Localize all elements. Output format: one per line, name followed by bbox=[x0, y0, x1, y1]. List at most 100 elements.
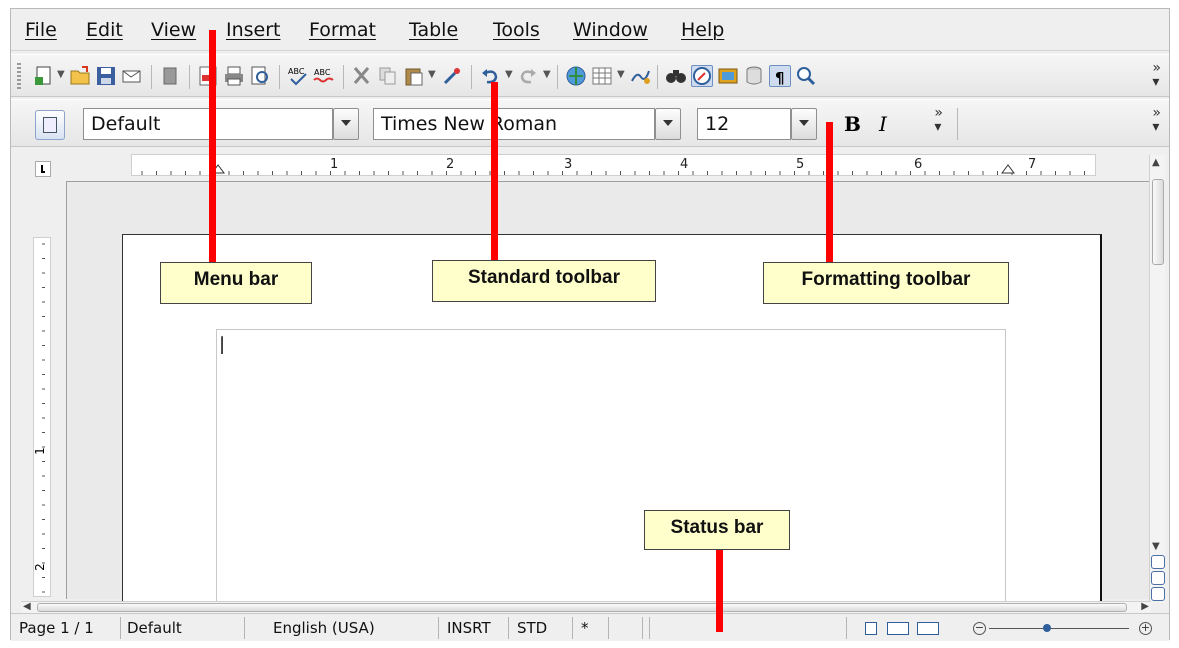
email-icon[interactable] bbox=[121, 65, 143, 87]
font-name-combo[interactable]: Times New Roman bbox=[373, 108, 655, 140]
menu-tools[interactable]: Tools bbox=[493, 19, 540, 41]
table-icon[interactable] bbox=[591, 65, 613, 87]
svg-text:ABC: ABC bbox=[288, 67, 305, 76]
insert-mode[interactable]: INSRT bbox=[447, 617, 509, 639]
ruler-ticks bbox=[141, 164, 1085, 175]
svg-text:ABC: ABC bbox=[314, 68, 331, 77]
book-view-icon[interactable] bbox=[917, 622, 939, 635]
chevron-down-icon bbox=[663, 120, 673, 126]
more-tools-icon[interactable]: » ▾ bbox=[1152, 61, 1161, 89]
text-cursor: | bbox=[219, 334, 226, 355]
menu-view[interactable]: View bbox=[151, 19, 196, 41]
data-sources-icon[interactable] bbox=[743, 65, 765, 87]
chevron-down-icon[interactable]: ▼ bbox=[617, 69, 625, 80]
document-modified-indicator[interactable]: * bbox=[581, 617, 609, 639]
paragraph-style-combo[interactable]: Default bbox=[83, 108, 333, 140]
new-document-icon[interactable] bbox=[33, 65, 55, 87]
ruler-label: 5 bbox=[796, 157, 805, 172]
selection-mode[interactable]: STD bbox=[517, 617, 573, 639]
cut-icon[interactable] bbox=[351, 65, 373, 87]
menu-insert[interactable]: Insert bbox=[226, 19, 281, 41]
italic-button[interactable]: I bbox=[879, 112, 887, 136]
chevron-down-icon[interactable]: ▼ bbox=[543, 69, 551, 80]
autospellcheck-icon[interactable]: ABC bbox=[313, 65, 335, 87]
svg-text:¶: ¶ bbox=[775, 69, 785, 87]
bold-button[interactable]: B bbox=[844, 112, 861, 136]
vertical-scroll-thumb[interactable] bbox=[1152, 179, 1164, 265]
ruler-label: 1 bbox=[330, 157, 339, 172]
menu-help[interactable]: Help bbox=[681, 19, 724, 41]
horizontal-ruler[interactable]: 1 2 3 4 5 6 7 bbox=[131, 154, 1096, 176]
zoom-slider-handle[interactable] bbox=[1043, 624, 1051, 632]
paste-icon[interactable] bbox=[403, 65, 425, 87]
styles-formatting-icon[interactable] bbox=[35, 110, 65, 140]
edit-file-icon[interactable] bbox=[159, 65, 181, 87]
next-page-icon[interactable] bbox=[1151, 587, 1165, 601]
previous-page-icon[interactable] bbox=[1151, 555, 1165, 569]
menu-edit[interactable]: Edit bbox=[86, 19, 123, 41]
toolbar-grip[interactable] bbox=[17, 63, 21, 91]
ruler-label: 7 bbox=[1028, 157, 1037, 172]
paragraph-style-dropdown[interactable] bbox=[333, 108, 359, 140]
ruler-label: 4 bbox=[680, 157, 689, 172]
menu-bar: File Edit View Insert Format Table Tools… bbox=[11, 9, 1169, 51]
open-folder-icon[interactable] bbox=[69, 65, 91, 87]
horizontal-scroll-thumb[interactable] bbox=[37, 603, 1127, 612]
document-area[interactable]: | bbox=[66, 181, 1156, 629]
chevron-down-icon bbox=[799, 120, 809, 126]
formatting-toolbar-callout: Formatting toolbar bbox=[763, 262, 1009, 304]
scroll-left-icon[interactable]: ◀ bbox=[23, 601, 31, 612]
multi-page-view-icon[interactable] bbox=[887, 622, 909, 635]
ruler-label: 3 bbox=[564, 157, 573, 172]
font-size-combo[interactable]: 12 bbox=[697, 108, 791, 140]
chevron-down-icon[interactable]: ▼ bbox=[57, 69, 65, 80]
redo-icon[interactable] bbox=[517, 65, 539, 87]
draw-functions-icon[interactable] bbox=[629, 65, 651, 87]
scroll-up-icon[interactable]: ▲ bbox=[1152, 157, 1160, 168]
print-preview-icon[interactable] bbox=[249, 65, 271, 87]
vertical-scrollbar[interactable]: ▲ ▼ bbox=[1149, 155, 1165, 603]
menu-file[interactable]: File bbox=[25, 19, 57, 41]
gallery-icon[interactable] bbox=[717, 65, 739, 87]
menu-bar-callout: Menu bar bbox=[160, 262, 312, 304]
font-name-dropdown[interactable] bbox=[655, 108, 681, 140]
menu-bar-pointer-line bbox=[209, 30, 216, 262]
chevron-down-icon[interactable]: ▼ bbox=[505, 69, 513, 80]
clone-formatting-icon[interactable] bbox=[441, 65, 463, 87]
zoom-in-icon[interactable]: + bbox=[1139, 622, 1152, 635]
print-icon[interactable] bbox=[223, 65, 245, 87]
zoom-out-icon[interactable]: − bbox=[973, 622, 986, 635]
digital-signature-indicator[interactable] bbox=[615, 617, 643, 639]
language[interactable]: English (USA) bbox=[273, 617, 439, 639]
menu-format[interactable]: Format bbox=[309, 19, 376, 41]
hyperlink-icon[interactable] bbox=[565, 65, 587, 87]
scroll-down-icon[interactable]: ▼ bbox=[1152, 541, 1160, 552]
vertical-ruler[interactable]: 1 2 bbox=[33, 237, 51, 597]
text-boundary[interactable]: | bbox=[216, 329, 1006, 629]
tab-stop-selector[interactable] bbox=[35, 161, 51, 177]
status-bar-callout: Status bar bbox=[644, 510, 790, 550]
spellcheck-icon[interactable]: ABC bbox=[287, 65, 309, 87]
menu-window[interactable]: Window bbox=[573, 19, 648, 41]
zoom-icon[interactable] bbox=[795, 65, 817, 87]
page-style[interactable]: Default bbox=[127, 617, 245, 639]
status-bar: Page 1 / 1 Default English (USA) INSRT S… bbox=[11, 613, 1169, 641]
navigation-icon[interactable] bbox=[1151, 571, 1165, 585]
font-size-dropdown[interactable] bbox=[791, 108, 817, 140]
menu-table[interactable]: Table bbox=[409, 19, 458, 41]
scroll-right-icon[interactable]: ▶ bbox=[1141, 601, 1149, 612]
chevron-down-icon[interactable]: ▼ bbox=[428, 69, 436, 80]
single-page-view-icon[interactable] bbox=[865, 622, 877, 635]
ruler-label: 6 bbox=[914, 157, 923, 172]
formatting-marks-icon[interactable]: ¶ bbox=[769, 65, 791, 87]
zoom-slider-track[interactable] bbox=[989, 628, 1129, 629]
copy-icon[interactable] bbox=[377, 65, 399, 87]
find-replace-icon[interactable] bbox=[665, 65, 687, 87]
more-formatting-icon[interactable]: » ▾ bbox=[934, 106, 943, 134]
more-tools-icon[interactable]: » ▾ bbox=[1152, 106, 1161, 134]
navigator-icon[interactable] bbox=[691, 65, 713, 87]
save-icon[interactable] bbox=[95, 65, 117, 87]
horizontal-scrollbar[interactable]: ◀ ▶ bbox=[21, 601, 1151, 613]
standard-toolbar-callout: Standard toolbar bbox=[432, 260, 656, 302]
page-number[interactable]: Page 1 / 1 bbox=[19, 617, 121, 639]
